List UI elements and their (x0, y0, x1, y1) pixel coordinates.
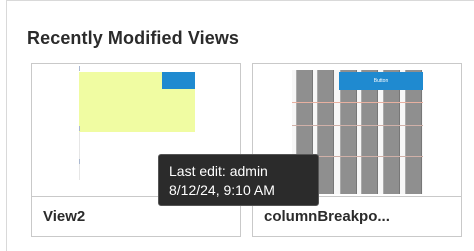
view-name[interactable]: columnBreakpo... (264, 208, 390, 225)
thumbnail-guide-line (79, 132, 80, 180)
view-card-view2[interactable]: View2 (31, 63, 241, 237)
thumbnail-ruler-tick (79, 159, 80, 164)
thumbnail-column (317, 70, 334, 194)
thumbnail-ruler-tick (79, 66, 80, 71)
thumbnail-ruler-tick (79, 126, 80, 131)
tooltip-last-edit-time: 8/12/24, 9:10 AM (169, 182, 275, 198)
thumbnail-button: Button (339, 72, 423, 90)
tooltip-last-edit-by: Last edit: admin (169, 163, 268, 179)
thumbnail-breakpoint-line (292, 125, 423, 126)
last-edit-tooltip: Last edit: admin 8/12/24, 9:10 AM (158, 154, 319, 206)
recently-modified-views-panel: Recently Modified Views View2 Button col… (6, 0, 474, 251)
thumbnail-breakpoint-line (292, 102, 423, 103)
section-title: Recently Modified Views (27, 28, 240, 48)
view-card-columnbreakpoints[interactable]: Button columnBreakpo... (252, 63, 462, 237)
view-name[interactable]: View2 (43, 208, 85, 225)
thumbnail-blue-block (162, 72, 195, 89)
